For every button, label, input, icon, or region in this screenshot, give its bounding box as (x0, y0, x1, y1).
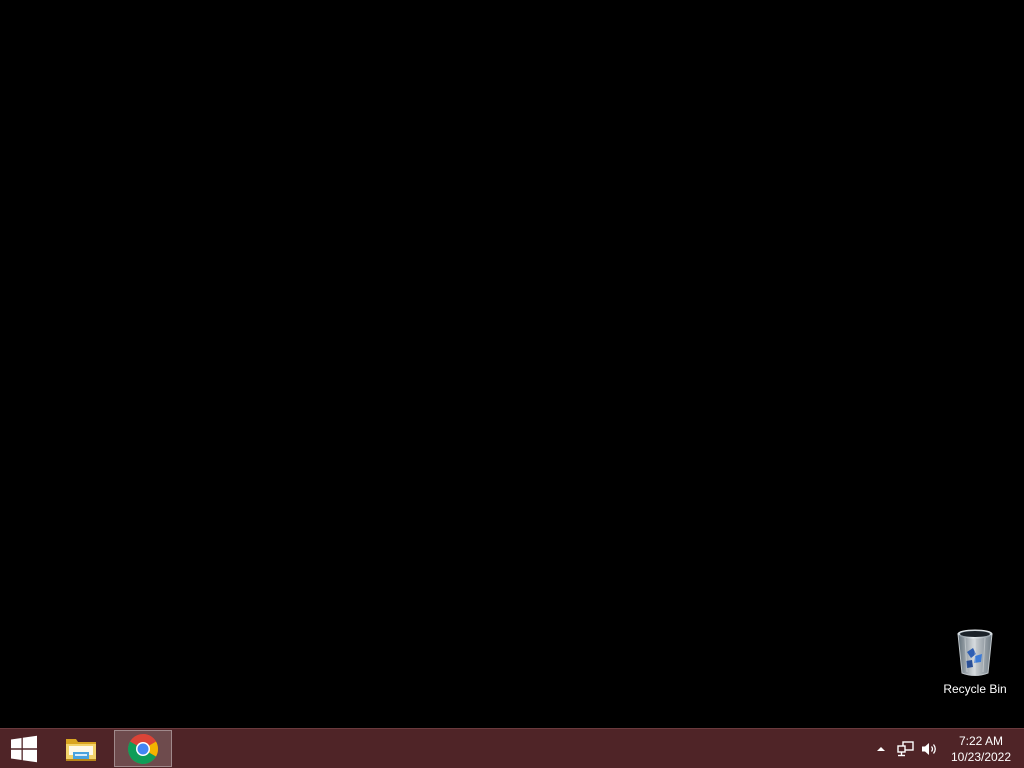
taskbar-clock[interactable]: 7:22 AM 10/23/2022 (944, 729, 1018, 768)
taskbar-app-chrome[interactable] (114, 730, 172, 767)
show-hidden-icons-button[interactable] (872, 729, 890, 768)
chrome-icon (127, 733, 159, 764)
start-button[interactable] (0, 729, 48, 768)
network-icon (897, 740, 914, 756)
recycle-bin-label: Recycle Bin (943, 682, 1007, 696)
volume-icon (922, 742, 936, 755)
windows-logo-icon (11, 735, 37, 762)
file-explorer-icon (66, 738, 96, 761)
clock-date: 10/23/2022 (950, 749, 1012, 764)
taskbar: 7:22 AM 10/23/2022 (0, 728, 1024, 768)
chevron-up-icon (877, 746, 885, 751)
network-tray-button[interactable] (895, 729, 917, 768)
desktop-icon-recycle-bin[interactable]: Recycle Bin (936, 628, 1014, 704)
taskbar-app-file-explorer[interactable] (52, 730, 110, 767)
desktop[interactable]: Recycle Bin (0, 0, 1024, 728)
volume-tray-button[interactable] (919, 729, 941, 768)
clock-time: 7:22 AM (958, 733, 1004, 748)
recycle-bin-icon (957, 629, 993, 676)
